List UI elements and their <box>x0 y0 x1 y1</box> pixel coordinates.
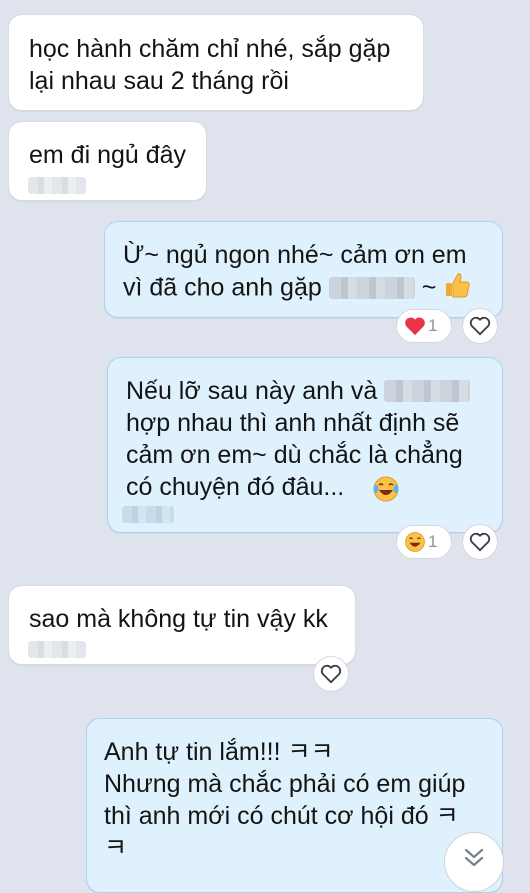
message-line: hợp nhau thì anh nhất định sẽ cảm ơn em~… <box>126 407 502 503</box>
message-bubble-incoming[interactable]: em đi ngủ đây <box>8 121 207 201</box>
thumbs-up-emoji <box>443 271 471 307</box>
reaction-count: 1 <box>428 532 438 551</box>
reaction-summary[interactable]: 1 <box>396 309 452 343</box>
chevron-double-down-icon <box>462 847 486 869</box>
message-bubble-outgoing[interactable]: Nếu lỡ sau này anh và hợp nhau thì anh n… <box>107 357 503 533</box>
message-text: học hành chăm chỉ nhé, sắp gặp lại nhau … <box>29 35 391 95</box>
message-text: hợp nhau thì anh nhất định sẽ cảm ơn em~… <box>126 409 463 501</box>
message-text: sao mà không tự tin vậy kk <box>29 605 328 633</box>
redacted-name <box>384 380 471 402</box>
message-text: Ừ~ ngủ ngon nhé~ cảm ơn em <box>123 241 467 269</box>
message-bubble-outgoing[interactable]: Ừ~ ngủ ngon nhé~ cảm ơn em vì đã cho anh… <box>104 221 503 318</box>
message-text: ~ <box>421 273 437 302</box>
heart-icon <box>404 316 426 336</box>
message-text: vì đã cho anh gặp <box>123 273 322 302</box>
laughing-emoji <box>372 475 400 511</box>
message-bubble-incoming[interactable]: sao mà không tự tin vậy kk <box>8 585 356 665</box>
redacted-name <box>328 276 415 299</box>
react-button[interactable] <box>313 656 349 692</box>
heart-outline-icon <box>469 532 491 552</box>
laughing-emoji <box>404 531 426 553</box>
message-text: Anh tự tin lắm!!! ㅋㅋ Nhưng mà chắc phải … <box>104 738 466 862</box>
reaction-count: 1 <box>428 316 438 335</box>
scroll-to-bottom-button[interactable] <box>444 832 504 892</box>
redacted-timestamp <box>28 641 86 658</box>
heart-outline-icon <box>320 664 342 684</box>
message-text: em đi ngủ đây <box>29 141 187 169</box>
message-line: Ừ~ ngủ ngon nhé~ cảm ơn em <box>123 239 502 271</box>
message-line: Nếu lỡ sau này anh và <box>126 375 502 407</box>
heart-outline-icon <box>469 316 491 336</box>
redacted-timestamp <box>122 506 174 523</box>
react-button[interactable] <box>462 524 498 560</box>
message-line: vì đã cho anh gặp ~ <box>123 271 502 307</box>
redacted-timestamp <box>28 177 86 194</box>
reaction-summary[interactable]: 1 <box>396 525 452 559</box>
message-bubble-outgoing[interactable]: Anh tự tin lắm!!! ㅋㅋ Nhưng mà chắc phải … <box>86 718 503 893</box>
message-bubble-incoming[interactable]: học hành chăm chỉ nhé, sắp gặp lại nhau … <box>8 14 424 111</box>
message-text: Nếu lỡ sau này anh và <box>126 377 378 405</box>
react-button[interactable] <box>462 308 498 344</box>
